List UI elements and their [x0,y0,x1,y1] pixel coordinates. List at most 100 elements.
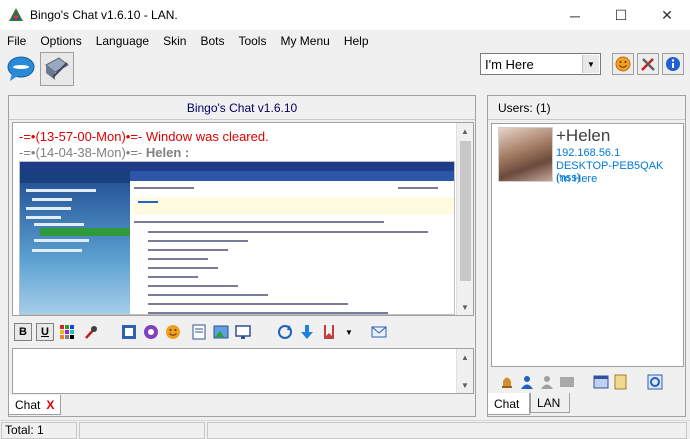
status-value: I'm Here [485,56,534,72]
file-icon [192,324,206,340]
bold-button[interactable]: B [14,323,32,341]
scroll-thumb[interactable] [460,141,471,281]
emoticon-button[interactable] [164,323,182,341]
bookmark-dropdown[interactable]: ▼ [340,323,358,341]
color-palette-button[interactable] [58,323,76,341]
message-input[interactable]: ▲ ▼ [12,348,474,394]
users-panel: Users: (1) +Helen 192.168.56.1 DESKTOP-P… [487,95,686,417]
title-bar: Bingo's Chat v1.6.10 - LAN. ─ ☐ ✕ [0,0,690,31]
broadcast-button[interactable] [40,52,74,86]
bookmark-button[interactable] [320,323,338,341]
underline-button[interactable]: U [36,323,54,341]
smile-button[interactable] [612,53,634,75]
avatar [498,127,553,182]
tab-lan[interactable]: LAN [530,393,570,413]
screen-icon [235,325,251,339]
status-cell-3 [207,422,687,439]
menu-bots[interactable]: Bots [193,34,231,48]
tab-chat-users[interactable]: Chat [487,393,530,415]
image-icon [213,325,229,339]
font-icon [122,325,136,339]
info-icon [666,57,680,71]
chat-scrollbar[interactable]: ▲ ▼ [456,123,473,315]
pin-clear-icon [85,326,97,339]
maximize-button[interactable]: ☐ [598,0,644,31]
users-list[interactable]: +Helen 192.168.56.1 DESKTOP-PEB5QAK (nss… [491,123,684,367]
scroll-up-icon[interactable]: ▲ [457,349,473,365]
chat-bubble-icon [7,56,35,81]
settings-button[interactable] [637,53,659,75]
menu-my-menu[interactable]: My Menu [273,34,336,48]
status-cell-2 [79,422,205,439]
add-user-button[interactable] [518,373,536,391]
format-toolbar: B U ▼ [12,320,472,344]
system-message: -=•(13-57-00-Mon)•=- Window was cleared. [19,129,269,144]
clear-format-button[interactable] [82,323,100,341]
users-count: Users: (1) [488,96,685,120]
send-message-button[interactable] [370,323,388,341]
input-scrollbar[interactable]: ▲ ▼ [456,349,473,393]
status-bar: Total: 1 [0,420,690,439]
chat-mode-button[interactable] [4,52,38,86]
menu-tools[interactable]: Tools [231,34,273,48]
folder-icon [614,374,627,390]
smile-icon [615,56,631,72]
window-message-icon [593,375,609,389]
send-file-button[interactable] [190,323,208,341]
user-name: +Helen [556,126,611,145]
ignore-user-button[interactable] [538,373,556,391]
tab-chat-label: Chat [15,397,41,412]
app-logo-icon [9,8,23,21]
record-icon [144,325,158,339]
menu-file[interactable]: File [0,34,33,48]
image-button[interactable] [212,323,230,341]
send-file-user-button[interactable] [612,373,630,391]
download-arrow-icon [301,325,313,339]
user-status: I'm Here [556,173,598,185]
user-ip: 192.168.56.1 [556,147,621,159]
broadcast-pen-icon [45,57,69,80]
total-users-label: Total: 1 [1,422,77,439]
menu-bar: File Options Language Skin Bots Tools My… [0,31,690,51]
window-title: Bingo's Chat v1.6.10 - LAN. [30,8,178,22]
refresh-icon [278,325,292,339]
chat-display[interactable]: -=•(13-57-00-Mon)•=- Window was cleared.… [12,122,474,316]
alert-user-button[interactable] [498,373,516,391]
user-message: -=•(14-04-38-Mon)•=- Helen : [19,145,189,160]
scroll-down-icon[interactable]: ▼ [457,377,473,393]
minimize-button[interactable]: ─ [552,0,598,31]
envelope-icon [371,326,387,338]
refresh-button[interactable] [276,323,294,341]
card-disabled-icon [560,377,574,387]
refresh-icon [647,374,663,390]
menu-language[interactable]: Language [89,34,156,48]
chat-panel: Bingo's Chat v1.6.10 -=•(13-57-00-Mon)•=… [8,95,476,417]
refresh-users-button[interactable] [646,373,664,391]
tab-chat[interactable]: Chat X [8,395,62,415]
chevron-down-icon[interactable]: ▼ [582,55,599,73]
info-button[interactable] [662,53,684,75]
menu-skin[interactable]: Skin [156,34,193,48]
scroll-down-icon[interactable]: ▼ [457,299,473,315]
user-disabled-icon [541,376,553,389]
settings-tools-icon [641,58,655,71]
record-button[interactable] [142,323,160,341]
pasted-image[interactable] [19,161,455,315]
close-button[interactable]: ✕ [644,0,690,31]
font-button[interactable] [120,323,138,341]
scroll-up-icon[interactable]: ▲ [457,123,473,139]
chat-header: Bingo's Chat v1.6.10 [9,96,475,120]
bookmark-icon [324,325,334,339]
message-user: Helen : [145,145,190,160]
users-toolbar [491,372,684,392]
emoticon-icon [166,325,180,339]
screenshot-button[interactable] [234,323,252,341]
user-info-button[interactable] [558,373,576,391]
private-message-button[interactable] [592,373,610,391]
download-button[interactable] [298,323,316,341]
close-tab-icon[interactable]: X [46,398,54,412]
menu-options[interactable]: Options [33,34,88,48]
user-add-icon [521,376,533,389]
status-dropdown[interactable]: I'm Here ▼ [480,53,601,75]
menu-help[interactable]: Help [337,34,376,48]
